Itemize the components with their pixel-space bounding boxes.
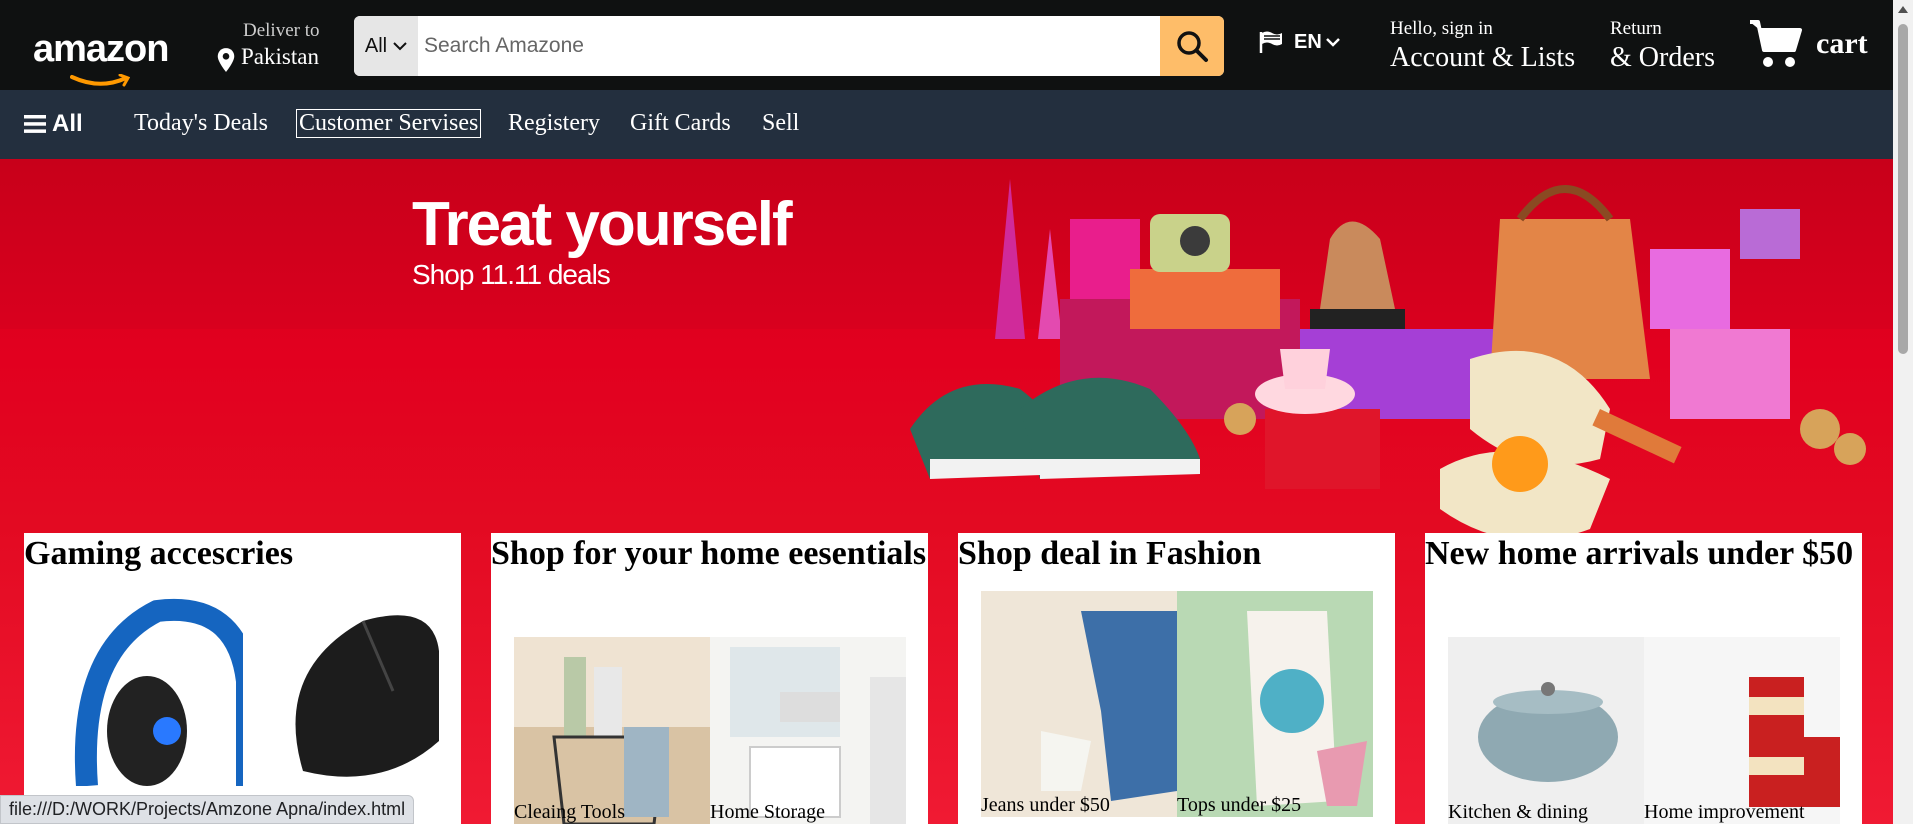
headset-image bbox=[47, 591, 243, 786]
card-tile-caption: Jeans under $50 bbox=[981, 794, 1110, 816]
kitchen-dining-image bbox=[1448, 637, 1644, 824]
card-tile-storage[interactable]: Home Storage bbox=[710, 637, 906, 824]
card-image-row bbox=[47, 591, 439, 786]
card-title: Shop deal in Fashion bbox=[958, 535, 1262, 572]
amazon-logo[interactable]: amazon bbox=[30, 28, 180, 87]
deliver-location: Pakistan bbox=[241, 44, 319, 69]
card-image-row: Kitchen & dining Home improvement bbox=[1448, 637, 1840, 824]
cart-icon bbox=[1750, 20, 1802, 67]
card-image-row: Jeans under $50 Tops under $25 bbox=[981, 591, 1373, 817]
hero-subtitle: Shop 11.11 deals bbox=[412, 259, 611, 290]
flag-icon bbox=[1259, 31, 1282, 53]
browser-status-bar: file:///D:/WORK/Projects/Amzone Apna/ind… bbox=[0, 795, 415, 824]
jeans-image bbox=[981, 591, 1177, 817]
search-bar: All bbox=[354, 16, 1224, 76]
nav-sell[interactable]: Sell bbox=[762, 110, 799, 137]
gaming-mouse-image bbox=[243, 591, 439, 786]
location-pin-icon bbox=[217, 48, 235, 72]
card-fashion[interactable]: Shop deal in Fashion Jeans under $50 Top… bbox=[958, 533, 1395, 824]
card-tile-mouse[interactable] bbox=[243, 591, 439, 786]
card-home-arrivals[interactable]: New home arrivals under $50 Kitchen & di… bbox=[1425, 533, 1862, 824]
logo-text: amazon bbox=[33, 28, 169, 70]
card-tile-jeans[interactable]: Jeans under $50 bbox=[981, 591, 1177, 817]
card-tile-caption: Cleaing Tools bbox=[514, 801, 626, 823]
logo-smile-icon bbox=[70, 74, 130, 87]
nav-registry[interactable]: Registery bbox=[508, 110, 600, 137]
card-tile-home-improvement[interactable]: Home improvement bbox=[1644, 637, 1840, 824]
card-tile-caption: Kitchen & dining bbox=[1448, 801, 1588, 823]
card-tile-caption: Tops under $25 bbox=[1177, 794, 1302, 816]
tops-image bbox=[1177, 591, 1373, 817]
cleaning-tools-image bbox=[514, 637, 710, 824]
returns-label: Return bbox=[1610, 18, 1662, 39]
card-title: Shop for your home eesentials bbox=[491, 535, 927, 572]
hero-products-image bbox=[910, 179, 1866, 541]
all-menu-label: All bbox=[52, 110, 83, 137]
search-button[interactable] bbox=[1160, 16, 1224, 76]
language-selector[interactable]: EN bbox=[1258, 30, 1340, 54]
scrollbar-thumb[interactable] bbox=[1898, 24, 1908, 354]
paint-cans-image bbox=[1644, 637, 1840, 824]
language-label: EN bbox=[1294, 30, 1322, 53]
top-navbar: amazon Deliver to Pakistan All Search Am… bbox=[0, 0, 1893, 90]
account-menu[interactable]: Hello, sign in Account & Lists bbox=[1390, 18, 1575, 74]
card-tile-headset[interactable] bbox=[47, 591, 243, 786]
card-title: New home arrivals under $50 bbox=[1425, 535, 1854, 572]
nav-customer-service[interactable]: Customer Servises bbox=[296, 109, 482, 138]
card-title: Gaming accescries bbox=[24, 535, 294, 572]
all-menu-button[interactable]: All bbox=[24, 110, 83, 138]
hero-title: Treat yourself bbox=[412, 190, 793, 259]
card-gaming[interactable]: Gaming accescries bbox=[24, 533, 461, 824]
secondary-navbar: All Today's Deals Customer Servises Regi… bbox=[0, 90, 1893, 159]
card-tile-cleaning[interactable]: Cleaing Tools bbox=[514, 637, 710, 824]
cart-label: cart bbox=[1816, 27, 1868, 60]
nav-todays-deals[interactable]: Today's Deals bbox=[134, 110, 268, 137]
returns-orders[interactable]: Return & Orders bbox=[1610, 18, 1715, 74]
deliver-label: Deliver to bbox=[243, 20, 320, 41]
nav-gift-cards[interactable]: Gift Cards bbox=[630, 110, 731, 137]
card-image-row: Cleaing Tools Home Storage bbox=[514, 637, 906, 824]
account-lists-label: Account & Lists bbox=[1390, 42, 1576, 73]
chevron-down-icon bbox=[1325, 38, 1340, 47]
home-storage-image bbox=[710, 637, 906, 824]
card-home-essentials[interactable]: Shop for your home eesentials Cleaing To… bbox=[491, 533, 928, 824]
search-icon bbox=[1177, 31, 1208, 62]
card-tile-caption: Home improvement bbox=[1644, 801, 1805, 823]
search-input[interactable] bbox=[418, 16, 1160, 76]
account-greeting: Hello, sign in bbox=[1390, 18, 1493, 39]
card-tile-caption: Home Storage bbox=[710, 801, 825, 823]
card-tile-tops[interactable]: Tops under $25 bbox=[1177, 591, 1373, 817]
orders-label: & Orders bbox=[1610, 42, 1715, 73]
card-tile-kitchen[interactable]: Kitchen & dining bbox=[1448, 637, 1644, 824]
search-category-label: All bbox=[364, 34, 388, 57]
hamburger-menu-icon bbox=[24, 115, 46, 133]
page-scrollbar[interactable] bbox=[1893, 0, 1913, 824]
search-category-select[interactable]: All bbox=[354, 16, 418, 76]
cart-button[interactable]: cart bbox=[1748, 18, 1868, 70]
scroll-up-arrow-icon[interactable] bbox=[1898, 6, 1908, 13]
chevron-down-icon bbox=[393, 42, 407, 51]
